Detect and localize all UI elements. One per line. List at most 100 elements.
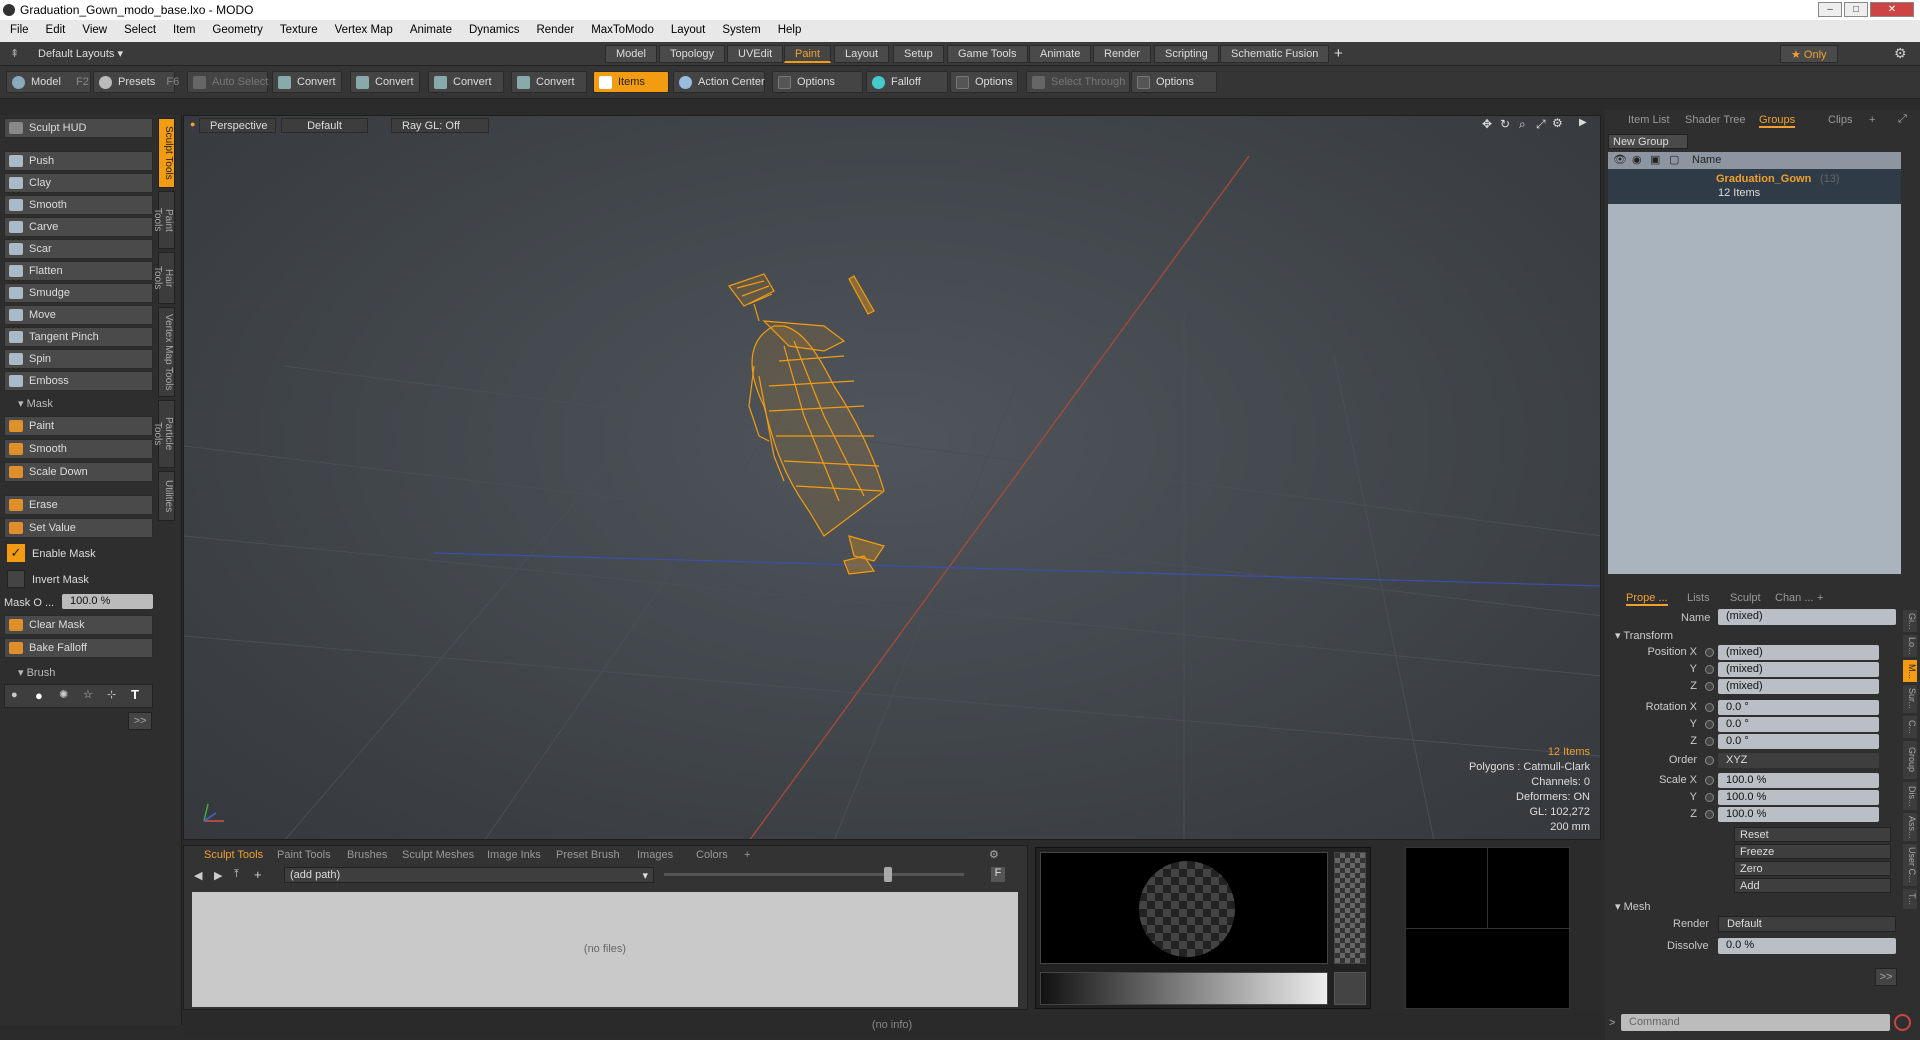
items-button[interactable]: Items (593, 71, 669, 93)
menu-help[interactable]: Help (768, 20, 809, 36)
add-tab-button[interactable]: + (1334, 45, 1343, 62)
keyframe-dot-icon[interactable] (1705, 793, 1714, 802)
menu-maxtomodo[interactable]: MaxToModo (581, 20, 661, 36)
menu-system[interactable]: System (712, 20, 767, 36)
btab-image-inks[interactable]: Image Inks (487, 849, 541, 861)
btab-brushes[interactable]: Brushes (347, 849, 387, 861)
brush-star-icon[interactable]: ☆ (83, 688, 93, 701)
ptab-add[interactable]: + (1817, 592, 1823, 604)
model-button[interactable]: Model F2 (6, 71, 91, 93)
minimize-button[interactable]: – (1818, 2, 1842, 17)
tool-move[interactable]: Move (4, 305, 153, 325)
gear-icon[interactable]: ⚙ (1894, 45, 1907, 62)
select-icon[interactable]: ▢ (1669, 153, 1679, 166)
set-value-button[interactable]: Set Value (4, 518, 153, 538)
menu-view[interactable]: View (72, 20, 114, 36)
tab-render[interactable]: Render (1093, 45, 1152, 63)
menu-item[interactable]: Item (163, 20, 202, 36)
tool-tangent-pinch[interactable]: Tangent Pinch (4, 327, 153, 347)
prop-order[interactable]: Order XYZ (1605, 753, 1905, 769)
ptab-channels[interactable]: Chan ... (1775, 592, 1814, 604)
side-tab-2[interactable]: Lo... (1903, 635, 1917, 657)
tab-topology[interactable]: Topology (659, 45, 726, 63)
menu-layout[interactable]: Layout (661, 20, 713, 36)
prop-rotation-y[interactable]: Y 0.0 ° (1605, 717, 1905, 733)
menu-render[interactable]: Render (526, 20, 581, 36)
side-tab-4[interactable]: Sur... (1903, 685, 1917, 713)
keyframe-dot-icon[interactable] (1705, 665, 1714, 674)
reset-dropdown[interactable]: Reset (1734, 827, 1891, 842)
up-folder-icon[interactable]: ⤒ (234, 868, 239, 881)
tool-emboss[interactable]: Emboss (4, 371, 153, 391)
layout-arrow-icon[interactable]: ⇞ (10, 47, 19, 60)
vtab-utilities[interactable]: Utilities (158, 471, 175, 521)
options-button-1[interactable]: Options (772, 71, 863, 93)
f-button[interactable]: F (991, 867, 1005, 882)
tab-setup[interactable]: Setup (893, 45, 944, 63)
rtab-groups[interactable]: Groups (1759, 114, 1796, 128)
brush-text-icon[interactable]: T (131, 687, 139, 702)
vtab-particle-tools[interactable]: Particle Tools (152, 400, 175, 468)
keyframe-dot-icon[interactable] (1705, 720, 1714, 729)
btab-paint-tools[interactable]: Paint Tools (277, 849, 331, 861)
render-dropdown[interactable]: Default (1718, 916, 1896, 932)
rtab-clips[interactable]: Clips (1828, 114, 1852, 126)
command-input[interactable]: Command (1621, 1014, 1890, 1031)
panel-settings-icon[interactable]: ⚙ (989, 848, 999, 861)
back-icon[interactable]: ◀ (194, 869, 202, 882)
lock-icon[interactable]: ▣ (1650, 153, 1660, 166)
default-layouts-dropdown[interactable]: Default Layouts ▾ (38, 47, 123, 60)
dissolve-field[interactable]: 0.0 % (1718, 938, 1896, 954)
select-through-button[interactable]: Select Through (1026, 71, 1130, 93)
presets-button[interactable]: Presets F6 (93, 71, 179, 93)
tool-smooth[interactable]: Smooth (4, 195, 153, 215)
btab-preset-brush[interactable]: Preset Brush (556, 849, 620, 861)
slider-handle[interactable] (884, 867, 892, 882)
vtab-vertex-map-tools[interactable]: Vertex Map Tools (158, 307, 175, 397)
ptab-sculpt[interactable]: Sculpt (1730, 592, 1761, 604)
prop-scale-z[interactable]: Z 100.0 % (1605, 807, 1905, 823)
vtab-hair-tools[interactable]: Hair Tools (152, 252, 175, 304)
menu-file[interactable]: File (0, 20, 36, 36)
tab-paint[interactable]: Paint (784, 45, 832, 63)
add-dropdown[interactable]: Add (1734, 878, 1891, 893)
path-dropdown[interactable]: (add path) ▾ (284, 867, 654, 883)
side-tab-3[interactable]: M... (1903, 660, 1917, 682)
mesh-section-header[interactable]: ▾ Mesh (1615, 900, 1650, 913)
enable-mask-checkbox[interactable]: ✓ (7, 544, 25, 562)
ptab-lists[interactable]: Lists (1687, 592, 1710, 604)
options-button-3[interactable]: Options (1131, 71, 1217, 93)
erase-button[interactable]: Erase (4, 495, 153, 515)
transform-section-header[interactable]: ▾ Transform (1615, 629, 1673, 642)
tool-flatten[interactable]: Flatten (4, 261, 153, 281)
keyframe-dot-icon[interactable] (1705, 682, 1714, 691)
rtab-item-list[interactable]: Item List (1628, 114, 1670, 126)
mask-section-header[interactable]: ▾ Mask (4, 395, 153, 412)
brush-spline-icon[interactable]: ⊹ (107, 688, 116, 701)
group-row[interactable]: Graduation_Gown (13) 12 Items (1608, 169, 1901, 204)
rtab-shader-tree[interactable]: Shader Tree (1685, 114, 1746, 126)
prop-rotation-z[interactable]: Z 0.0 ° (1605, 734, 1905, 750)
brush-soft-icon[interactable]: ● (11, 689, 18, 701)
prop-position-z[interactable]: Z (mixed) (1605, 679, 1905, 695)
only-toggle[interactable]: ★ Only (1780, 45, 1838, 63)
menu-geometry[interactable]: Geometry (202, 20, 270, 36)
btab-sculpt-meshes[interactable]: Sculpt Meshes (402, 849, 474, 861)
keyframe-dot-icon[interactable] (1705, 756, 1714, 765)
graduation-gown-mesh[interactable] (728, 273, 885, 575)
freeze-dropdown[interactable]: Freeze (1734, 844, 1891, 859)
side-tab-6[interactable]: Group (1903, 741, 1917, 779)
name-column-header[interactable]: Name (1692, 154, 1721, 166)
tab-animate[interactable]: Animate (1029, 45, 1092, 63)
convert-polygons-button[interactable]: Convert (428, 71, 504, 93)
btab-add[interactable]: + (744, 849, 750, 861)
zero-dropdown[interactable]: Zero (1734, 861, 1891, 876)
keyframe-dot-icon[interactable] (1705, 737, 1714, 746)
menu-select[interactable]: Select (114, 20, 163, 36)
convert-materials-button[interactable]: Convert (511, 71, 587, 93)
file-list-area[interactable]: (no files) (192, 892, 1018, 1007)
keyframe-dot-icon[interactable] (1705, 703, 1714, 712)
tab-schematic-fusion[interactable]: Schematic Fusion (1220, 45, 1330, 63)
prop-position-y[interactable]: Y (mixed) (1605, 662, 1905, 678)
side-tab-7[interactable]: Dis... (1903, 782, 1917, 810)
